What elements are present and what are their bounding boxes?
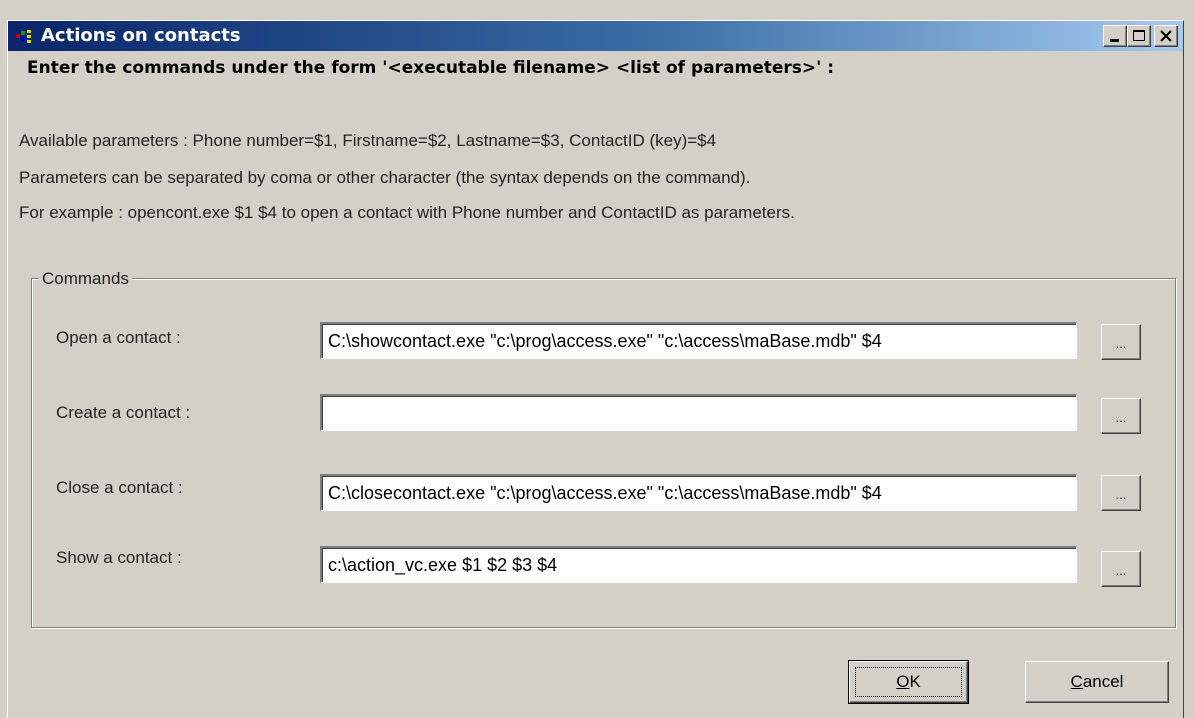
create-contact-label: Create a contact : [56,403,191,422]
close-button[interactable] [1154,25,1178,47]
open-contact-input[interactable] [320,322,1077,359]
cancel-label-rest: ancel [1082,672,1124,691]
app-icon [16,30,31,43]
cancel-button[interactable]: Cancel [1025,661,1169,703]
maximize-icon [1133,30,1145,41]
info-separator: Parameters can be separated by coma or o… [19,168,751,187]
show-contact-label: Show a contact : [56,548,182,567]
window-title: Actions on contacts [41,25,241,46]
maximize-button[interactable] [1127,25,1151,47]
instruction-heading: Enter the commands under the form '<exec… [27,58,835,78]
info-parameters: Available parameters : Phone number=$1, … [19,131,717,150]
show-contact-input[interactable] [320,546,1077,583]
cancel-accelerator: C [1070,672,1083,691]
info-example: For example : opencont.exe $1 $4 to open… [19,203,795,222]
minimize-button[interactable] [1103,25,1127,47]
close-contact-label: Close a contact : [56,478,183,497]
create-contact-browse-button[interactable]: ... [1101,398,1141,434]
close-icon [1160,30,1172,42]
commands-group-label: Commands [39,270,132,288]
open-contact-label: Open a contact : [56,328,181,347]
ok-button[interactable]: OK [848,660,969,704]
show-contact-browse-button[interactable]: ... [1101,551,1141,587]
close-contact-input[interactable] [320,474,1077,511]
close-contact-browse-button[interactable]: ... [1101,475,1141,511]
open-contact-browse-button[interactable]: ... [1101,324,1141,360]
title-bar[interactable]: Actions on contacts [8,21,1183,51]
create-contact-input[interactable] [320,394,1077,431]
minimize-icon [1110,39,1119,42]
focus-rectangle [855,667,962,697]
